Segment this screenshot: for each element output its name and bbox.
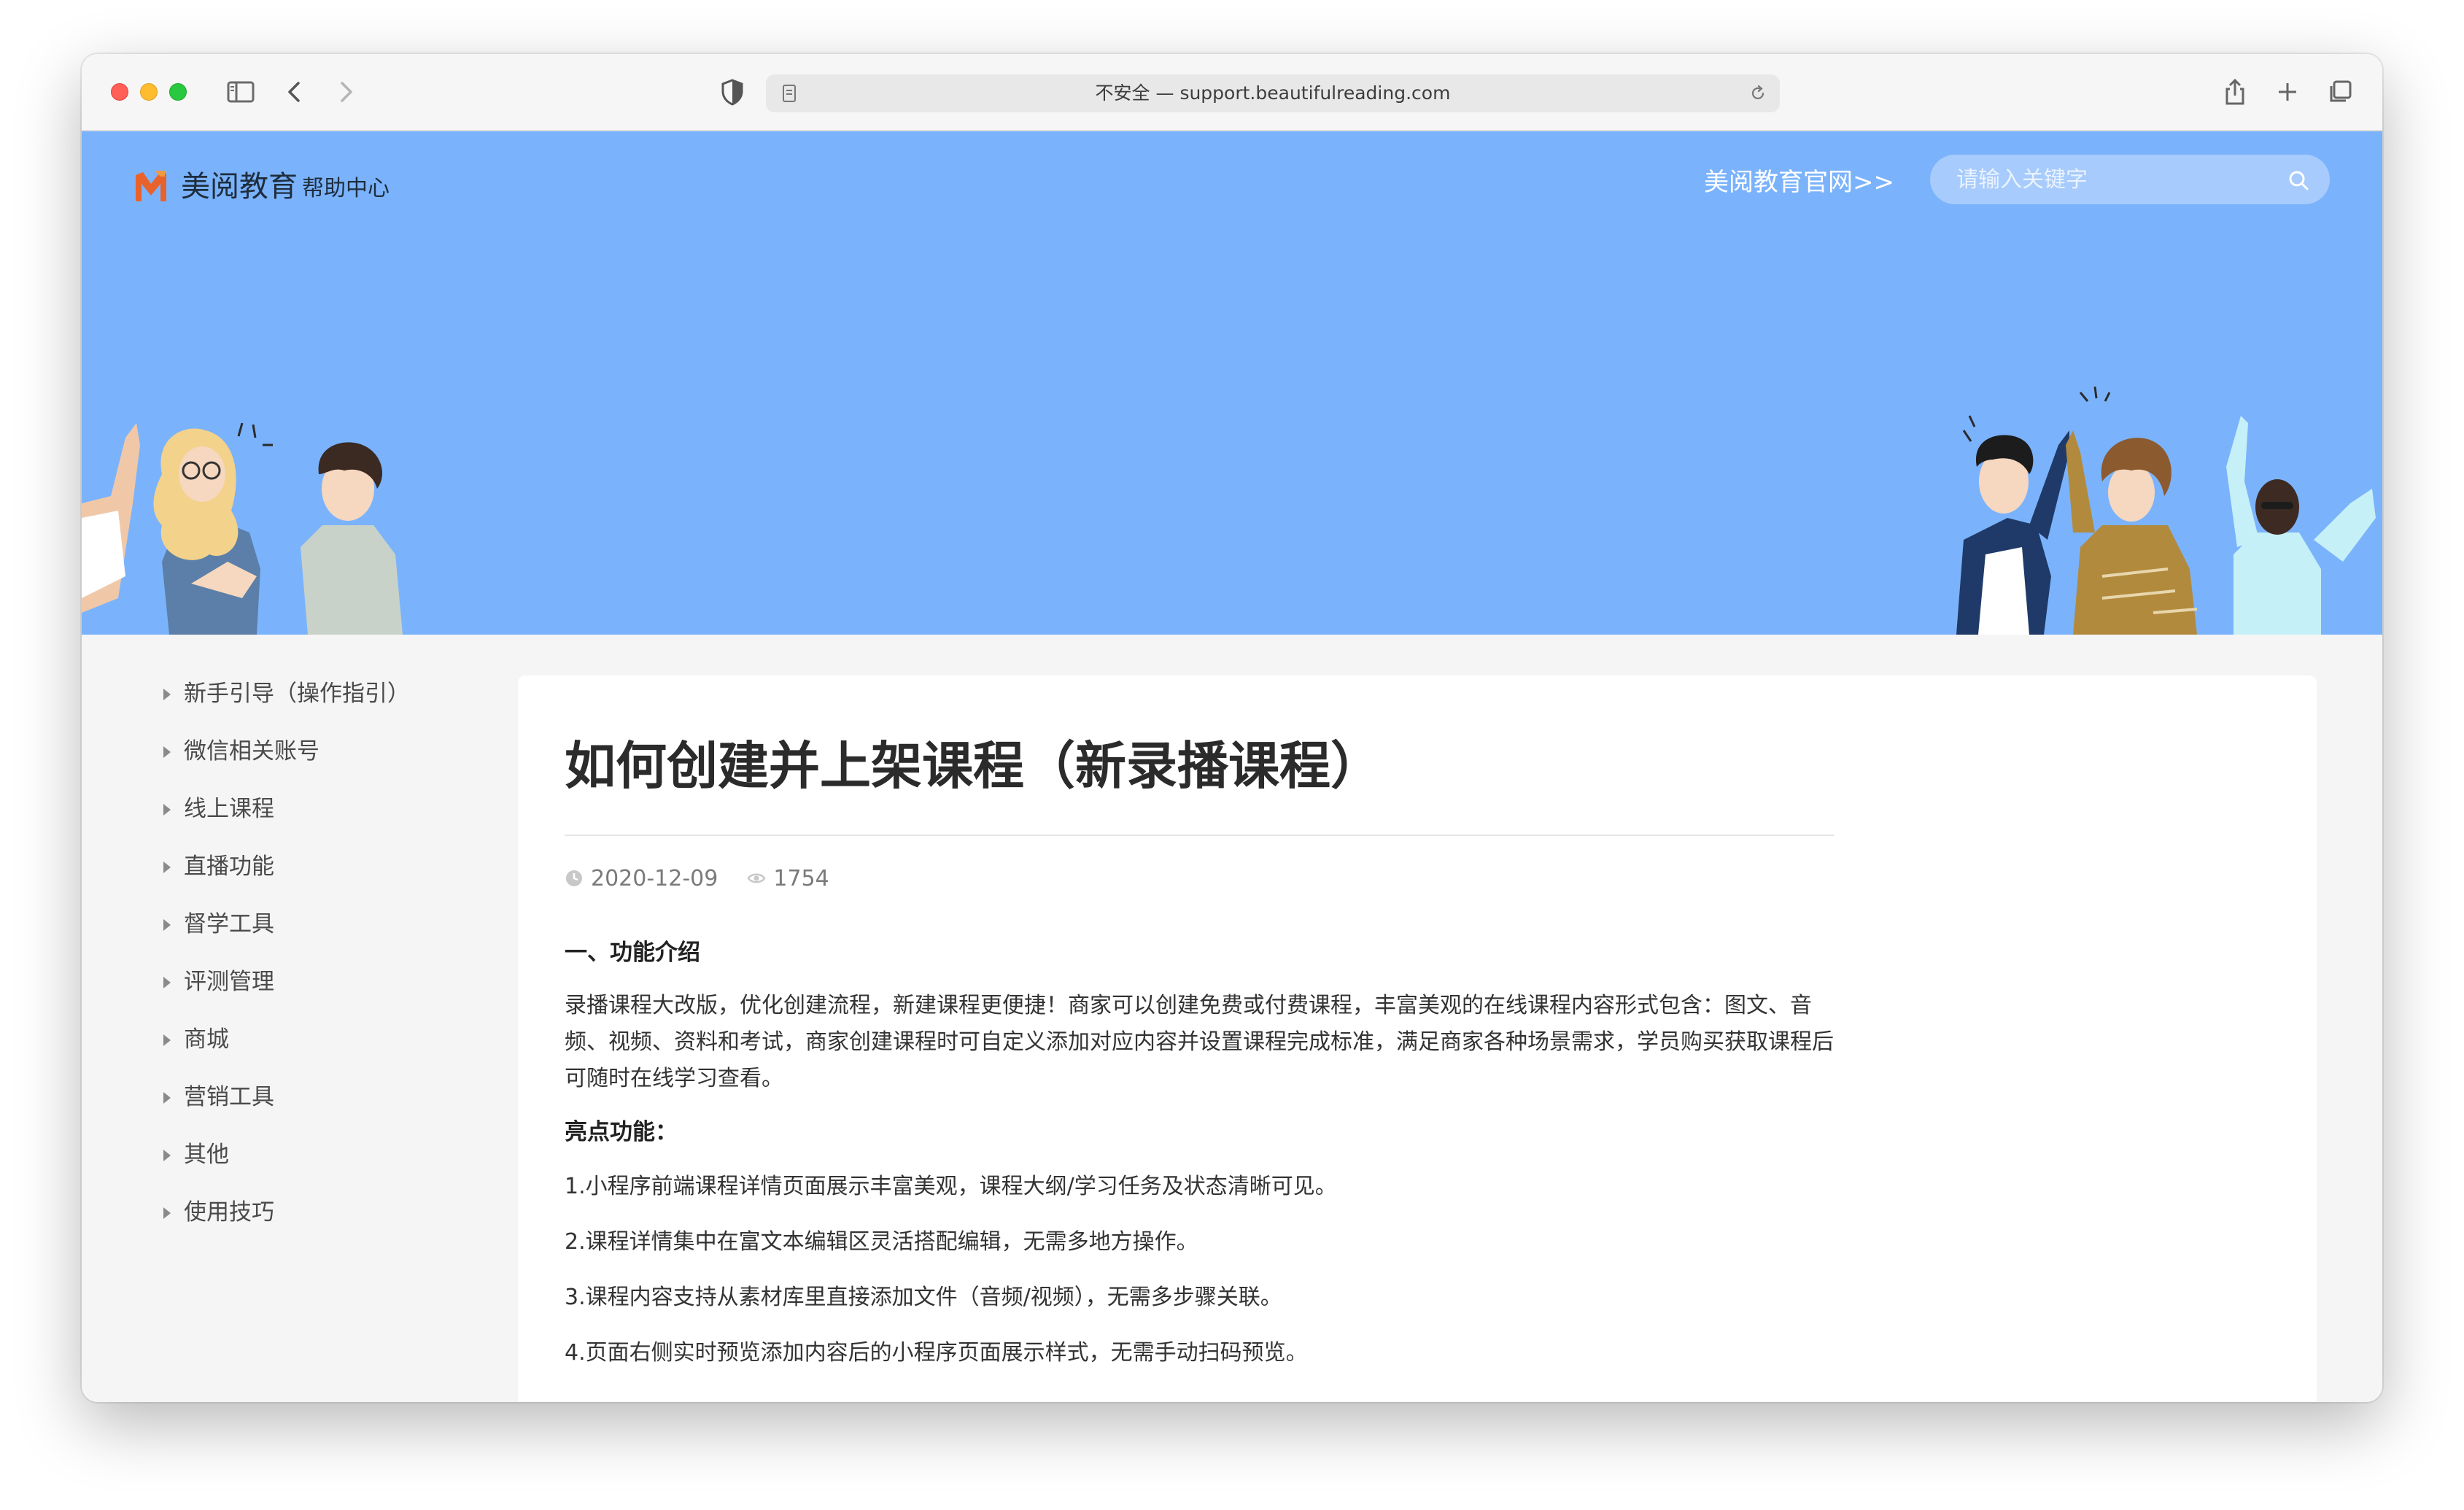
highlight-item: 1.小程序前端课程详情页面展示丰富美观，课程大纲/学习任务及状态清晰可见。 [565,1174,1337,1199]
back-icon[interactable] [279,76,311,108]
people-illustration-right-icon [1956,386,2376,635]
url-text: 不安全 — support.beautifulreading.com [1095,82,1451,104]
sidebar-item-label: 商城 [184,1026,229,1053]
logo-sub-text: 帮助中心 [302,176,390,201]
sidebar-item-label: 直播功能 [184,853,274,880]
eye-icon [747,873,766,883]
article-title: 如何创建并上架课程（新录播课程） [565,732,1834,836]
sidebar-item-getting-started[interactable]: 新手引导（操作指引） [163,675,514,733]
intro-paragraph: 录播课程大改版，优化创建流程，新建课程更便捷！商家可以创建免费或付费课程，丰富美… [565,993,1834,1091]
search-icon[interactable] [2287,169,2309,191]
view-count: 1754 [773,865,829,891]
sidebar-item-label: 评测管理 [184,969,274,995]
clock-icon [566,870,582,886]
search-input[interactable] [1930,155,2280,204]
category-sidebar: 新手引导（操作指引） 微信相关账号 线上课程 直播功能 督学工具 评测管理 商城… [163,675,514,1252]
hero-banner: 美阅教育 帮助中心 美阅教育官网>> [82,131,2382,635]
sidebar-item-label: 线上课程 [184,796,274,822]
address-bar[interactable]: 不安全 — support.beautifulreading.com [766,74,1780,112]
sidebar-item-label: 其他 [184,1142,229,1168]
forward-icon[interactable] [330,76,362,108]
caret-right-icon [163,1092,171,1104]
browser-window: 不安全 — support.beautifulreading.com 美阅教育 … [82,54,2382,1402]
sidebar-item-label: 使用技巧 [184,1199,274,1226]
sidebar-item-mall[interactable]: 商城 [163,1021,514,1079]
site-logo[interactable]: 美阅教育 帮助中心 [133,162,390,206]
caret-right-icon [163,1034,171,1046]
logo-mark-icon [136,171,166,201]
caret-right-icon [163,804,171,816]
publish-date: 2020-12-09 [591,865,718,891]
minimize-window-button[interactable] [140,83,158,101]
highlights-heading: 亮点功能： [565,1119,678,1145]
sidebar-item-other[interactable]: 其他 [163,1137,514,1194]
highlight-item: 4.页面右侧实时预览添加内容后的小程序页面展示样式，无需手动扫码预览。 [565,1340,1308,1366]
caret-right-icon [163,862,171,873]
caret-right-icon [163,1150,171,1161]
close-window-button[interactable] [111,83,128,101]
tab-overview-icon[interactable] [2324,76,2356,108]
article: 如何创建并上架课程（新录播课程） 2020-12-09 1754 一、功能介绍 … [565,675,1834,1370]
article-card: 如何创建并上架课程（新录播课程） 2020-12-09 1754 一、功能介绍 … [518,675,2317,1402]
browser-toolbar: 不安全 — support.beautifulreading.com [82,54,2382,131]
caret-right-icon [163,1207,171,1219]
sidebar-item-label: 督学工具 [184,911,274,937]
highlight-item: 2.课程详情集中在富文本编辑区灵活搭配编辑，无需多地方操作。 [565,1229,1198,1255]
share-icon[interactable] [2219,76,2251,108]
sidebar-item-label: 新手引导（操作指引） [184,681,410,707]
official-site-link[interactable]: 美阅教育官网>> [1704,160,1894,204]
article-meta: 2020-12-09 1754 [565,864,1834,893]
caret-right-icon [163,746,171,758]
sidebar-toggle-icon[interactable] [225,76,257,108]
reload-icon[interactable] [1748,83,1768,104]
sidebar-item-label: 营销工具 [184,1084,274,1110]
section-heading: 一、功能介绍 [565,940,700,966]
sidebar-item-assessment[interactable]: 评测管理 [163,964,514,1021]
zoom-window-button[interactable] [169,83,187,101]
logo-main-text: 美阅教育 [181,170,298,204]
sidebar-item-marketing-tools[interactable]: 营销工具 [163,1079,514,1137]
people-illustration-left-icon [82,422,403,635]
sidebar-item-tips[interactable]: 使用技巧 [163,1194,514,1252]
sidebar-item-wechat-accounts[interactable]: 微信相关账号 [163,733,514,791]
sidebar-item-live-streaming[interactable]: 直播功能 [163,848,514,906]
new-tab-icon[interactable] [2271,76,2304,108]
caret-right-icon [163,919,171,931]
sidebar-item-study-tools[interactable]: 督学工具 [163,906,514,964]
caret-right-icon [163,977,171,988]
caret-right-icon [163,689,171,700]
privacy-shield-icon[interactable] [716,76,748,108]
search-box [1930,155,2330,204]
sidebar-item-label: 微信相关账号 [184,738,319,764]
sidebar-item-online-courses[interactable]: 线上课程 [163,791,514,848]
highlight-item: 3.课程内容支持从素材库里直接添加文件（音频/视频），无需多步骤关联。 [565,1285,1282,1310]
